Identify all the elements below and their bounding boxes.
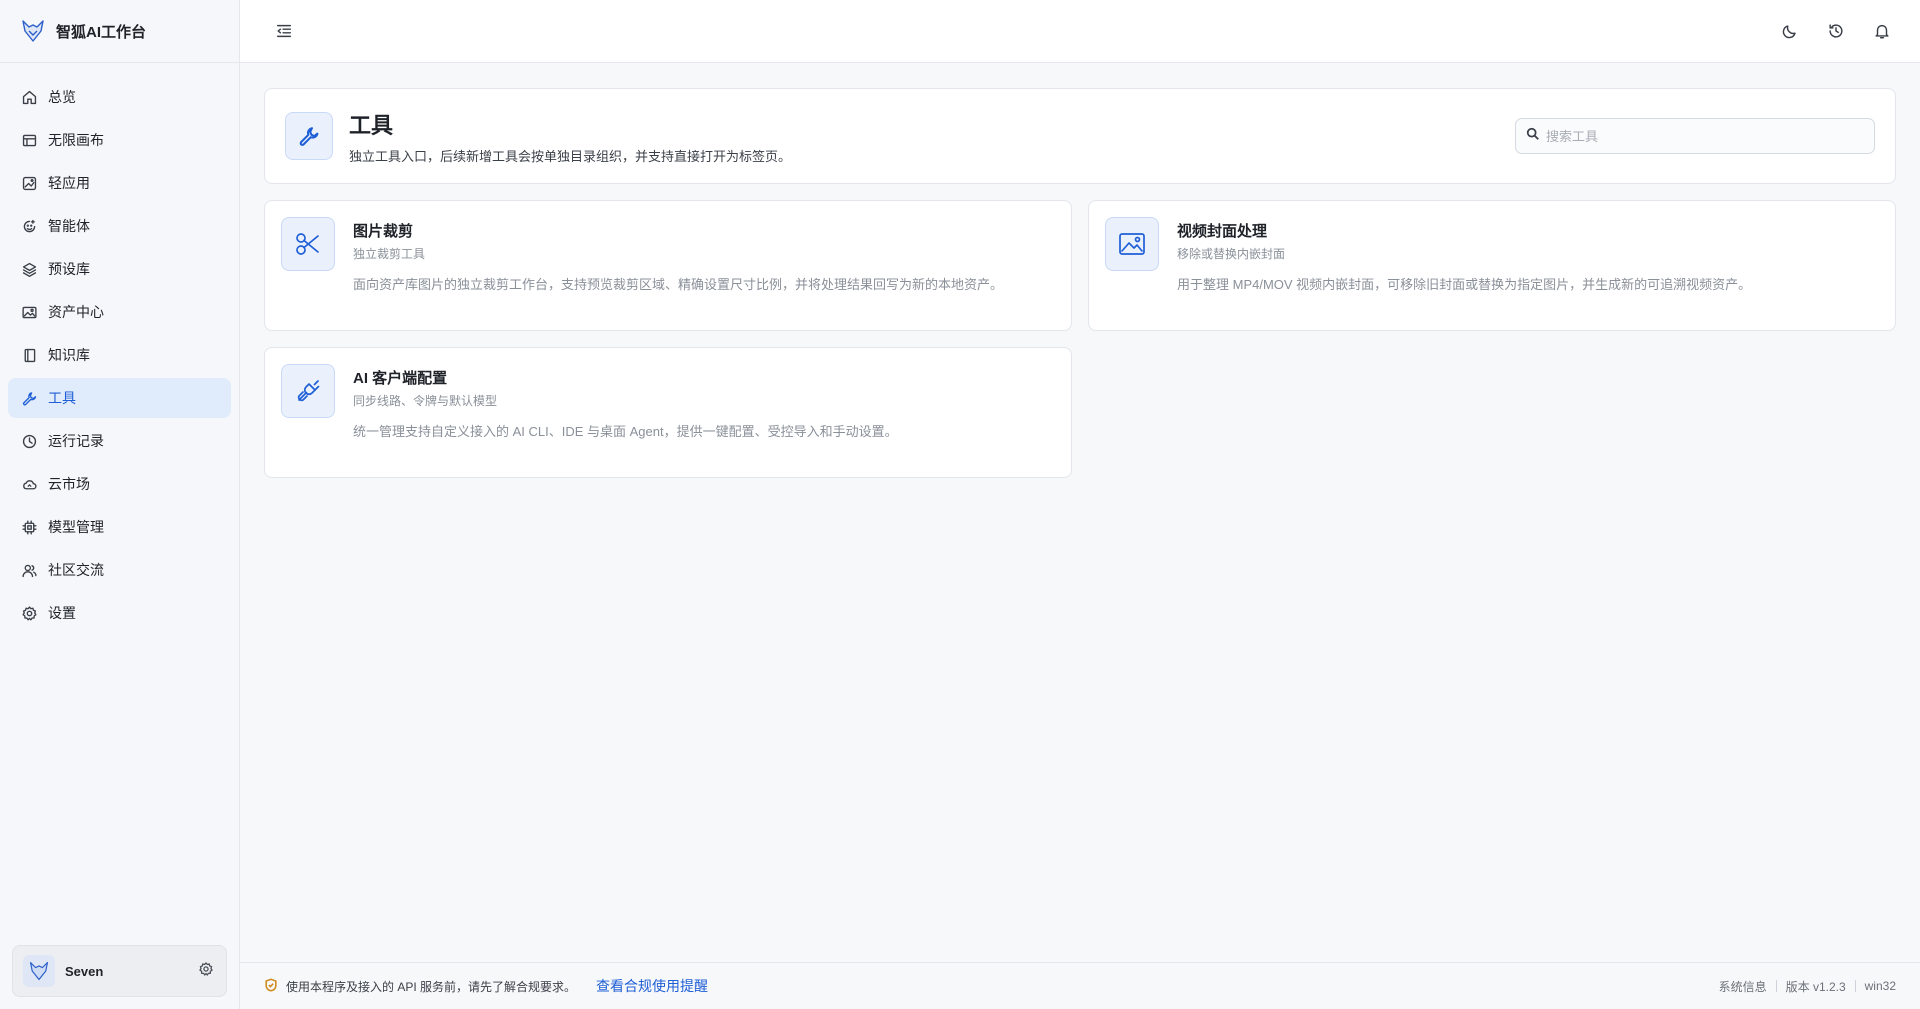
- tool-card-ai-client-config[interactable]: AI 客户端配置 同步线路、令牌与默认模型 统一管理支持自定义接入的 AI CL…: [264, 347, 1072, 478]
- users-icon: [20, 561, 38, 579]
- cloud-icon: [20, 475, 38, 493]
- tool-description: 面向资产库图片的独立裁剪工作台，支持预览裁剪区域、精确设置尺寸比例，并将处理结果…: [353, 277, 1004, 292]
- collapse-sidebar-icon[interactable]: [274, 21, 294, 41]
- sidebar-item-agents[interactable]: 智能体: [8, 206, 231, 246]
- sidebar-item-knowledge[interactable]: 知识库: [8, 335, 231, 375]
- notice-text: 使用本程序及接入的 API 服务前，请先了解合规要求。: [286, 979, 577, 994]
- tool-card-image-crop[interactable]: 图片裁剪 独立裁剪工具 面向资产库图片的独立裁剪工作台，支持预览裁剪区域、精确设…: [264, 200, 1072, 331]
- brand[interactable]: 智狐AI工作台: [0, 0, 239, 63]
- main-content: 工具 独立工具入口，后续新增工具会按单独目录组织，并支持直接打开为标签页。 图片…: [264, 88, 1896, 478]
- search-input[interactable]: [1546, 128, 1866, 144]
- search-icon: [1526, 127, 1540, 146]
- topbar-actions: [1780, 21, 1892, 41]
- history-icon[interactable]: [1826, 21, 1846, 41]
- page-title: 工具: [349, 112, 394, 138]
- tool-description: 统一管理支持自定义接入的 AI CLI、IDE 与桌面 Agent，提供一键配置…: [353, 424, 898, 439]
- sidebar-item-label: 社区交流: [48, 562, 104, 578]
- sidebar-item-label: 总览: [48, 89, 76, 105]
- sidebar-item-cloud-market[interactable]: 云市场: [8, 464, 231, 504]
- bell-icon[interactable]: [1872, 21, 1892, 41]
- sidebar-item-label: 云市场: [48, 476, 90, 492]
- agent-icon: [20, 217, 38, 235]
- canvas-icon: [20, 131, 38, 149]
- layers-icon: [20, 260, 38, 278]
- platform-label: win32: [1864, 979, 1896, 993]
- tool-card-body: 视频封面处理 移除或替换内嵌封面 用于整理 MP4/MOV 视频内嵌封面，可移除…: [1177, 217, 1751, 314]
- sidebar-nav: 总览 无限画布 轻应用 智能体 预设库 资产中心 知识库 工具 运行记录 云市场…: [0, 63, 239, 633]
- search-box[interactable]: [1515, 118, 1875, 154]
- chip-icon: [20, 518, 38, 536]
- tool-title: AI 客户端配置: [353, 370, 448, 387]
- divider: [1775, 980, 1777, 992]
- sidebar-item-canvas[interactable]: 无限画布: [8, 120, 231, 160]
- sidebar-item-label: 资产中心: [48, 304, 104, 320]
- gear-icon: [20, 604, 38, 622]
- sidebar: 智狐AI工作台 总览 无限画布 轻应用 智能体 预设库 资产中心 知识库 工具 …: [0, 0, 240, 1009]
- sidebar-item-label: 知识库: [48, 347, 90, 363]
- tools-header-card: 工具 独立工具入口，后续新增工具会按单独目录组织，并支持直接打开为标签页。: [264, 88, 1896, 184]
- sidebar-item-label: 轻应用: [48, 175, 90, 191]
- fox-logo-icon: [20, 18, 46, 44]
- tool-subtitle: 同步线路、令牌与默认模型: [353, 394, 498, 408]
- theme-moon-icon[interactable]: [1780, 21, 1800, 41]
- shield-icon: [264, 977, 286, 995]
- header-text: 工具 独立工具入口，后续新增工具会按单独目录组织，并支持直接打开为标签页。: [349, 108, 1515, 165]
- sidebar-item-history[interactable]: 运行记录: [8, 421, 231, 461]
- tool-card-video-cover[interactable]: 视频封面处理 移除或替换内嵌封面 用于整理 MP4/MOV 视频内嵌封面，可移除…: [1088, 200, 1896, 331]
- app-name: 智狐AI工作台: [56, 23, 147, 41]
- avatar: [23, 955, 55, 987]
- sidebar-item-tools[interactable]: 工具: [8, 378, 231, 418]
- sidebar-item-assets[interactable]: 资产中心: [8, 292, 231, 332]
- plug-icon: [281, 364, 335, 418]
- tool-card-body: AI 客户端配置 同步线路、令牌与默认模型 统一管理支持自定义接入的 AI CL…: [353, 364, 898, 461]
- tool-card-body: 图片裁剪 独立裁剪工具 面向资产库图片的独立裁剪工作台，支持预览裁剪区域、精确设…: [353, 217, 1003, 314]
- sidebar-item-presets[interactable]: 预设库: [8, 249, 231, 289]
- tool-subtitle: 移除或替换内嵌封面: [1177, 247, 1286, 261]
- history-icon: [20, 432, 38, 450]
- sidebar-item-label: 智能体: [48, 218, 90, 234]
- version-label: 版本 v1.2.3: [1785, 979, 1846, 994]
- footer: 使用本程序及接入的 API 服务前，请先了解合规要求。 查看合规使用提醒 系统信…: [240, 962, 1920, 1009]
- sidebar-item-community[interactable]: 社区交流: [8, 550, 231, 590]
- tools-grid: 图片裁剪 独立裁剪工具 面向资产库图片的独立裁剪工作台，支持预览裁剪区域、精确设…: [264, 200, 1896, 478]
- footer-meta: 系统信息 版本 v1.2.3 win32: [1719, 978, 1896, 995]
- sidebar-item-label: 工具: [48, 390, 76, 406]
- compliance-notice: 使用本程序及接入的 API 服务前，请先了解合规要求。 查看合规使用提醒: [264, 976, 708, 996]
- user-card[interactable]: Seven: [12, 945, 227, 997]
- user-settings-gear-icon[interactable]: [198, 961, 214, 982]
- sidebar-item-label: 模型管理: [48, 519, 104, 535]
- sidebar-item-models[interactable]: 模型管理: [8, 507, 231, 547]
- divider: [1854, 980, 1856, 992]
- scissors-icon: [281, 217, 335, 271]
- image-app-icon: [20, 174, 38, 192]
- sidebar-item-light-apps[interactable]: 轻应用: [8, 163, 231, 203]
- sidebar-item-label: 无限画布: [48, 132, 104, 148]
- tool-title: 图片裁剪: [353, 223, 414, 240]
- home-icon: [20, 88, 38, 106]
- tool-title: 视频封面处理: [1177, 223, 1268, 240]
- sidebar-item-label: 预设库: [48, 261, 90, 277]
- topbar: [240, 0, 1920, 63]
- user-name: Seven: [65, 963, 104, 979]
- sidebar-item-settings[interactable]: 设置: [8, 593, 231, 633]
- book-icon: [20, 346, 38, 364]
- compliance-link[interactable]: 查看合规使用提醒: [596, 976, 708, 996]
- wrench-icon: [20, 389, 38, 407]
- tool-description: 用于整理 MP4/MOV 视频内嵌封面，可移除旧封面或替换为指定图片，并生成新的…: [1177, 277, 1752, 292]
- tool-subtitle: 独立裁剪工具: [353, 247, 426, 261]
- image-icon: [20, 303, 38, 321]
- picture-icon: [1105, 217, 1159, 271]
- sidebar-item-overview[interactable]: 总览: [8, 77, 231, 117]
- page-description: 独立工具入口，后续新增工具会按单独目录组织，并支持直接打开为标签页。: [349, 148, 792, 164]
- sidebar-item-label: 设置: [48, 605, 76, 621]
- wrench-icon: [285, 112, 333, 160]
- sidebar-item-label: 运行记录: [48, 433, 104, 449]
- system-info-link[interactable]: 系统信息: [1719, 978, 1767, 995]
